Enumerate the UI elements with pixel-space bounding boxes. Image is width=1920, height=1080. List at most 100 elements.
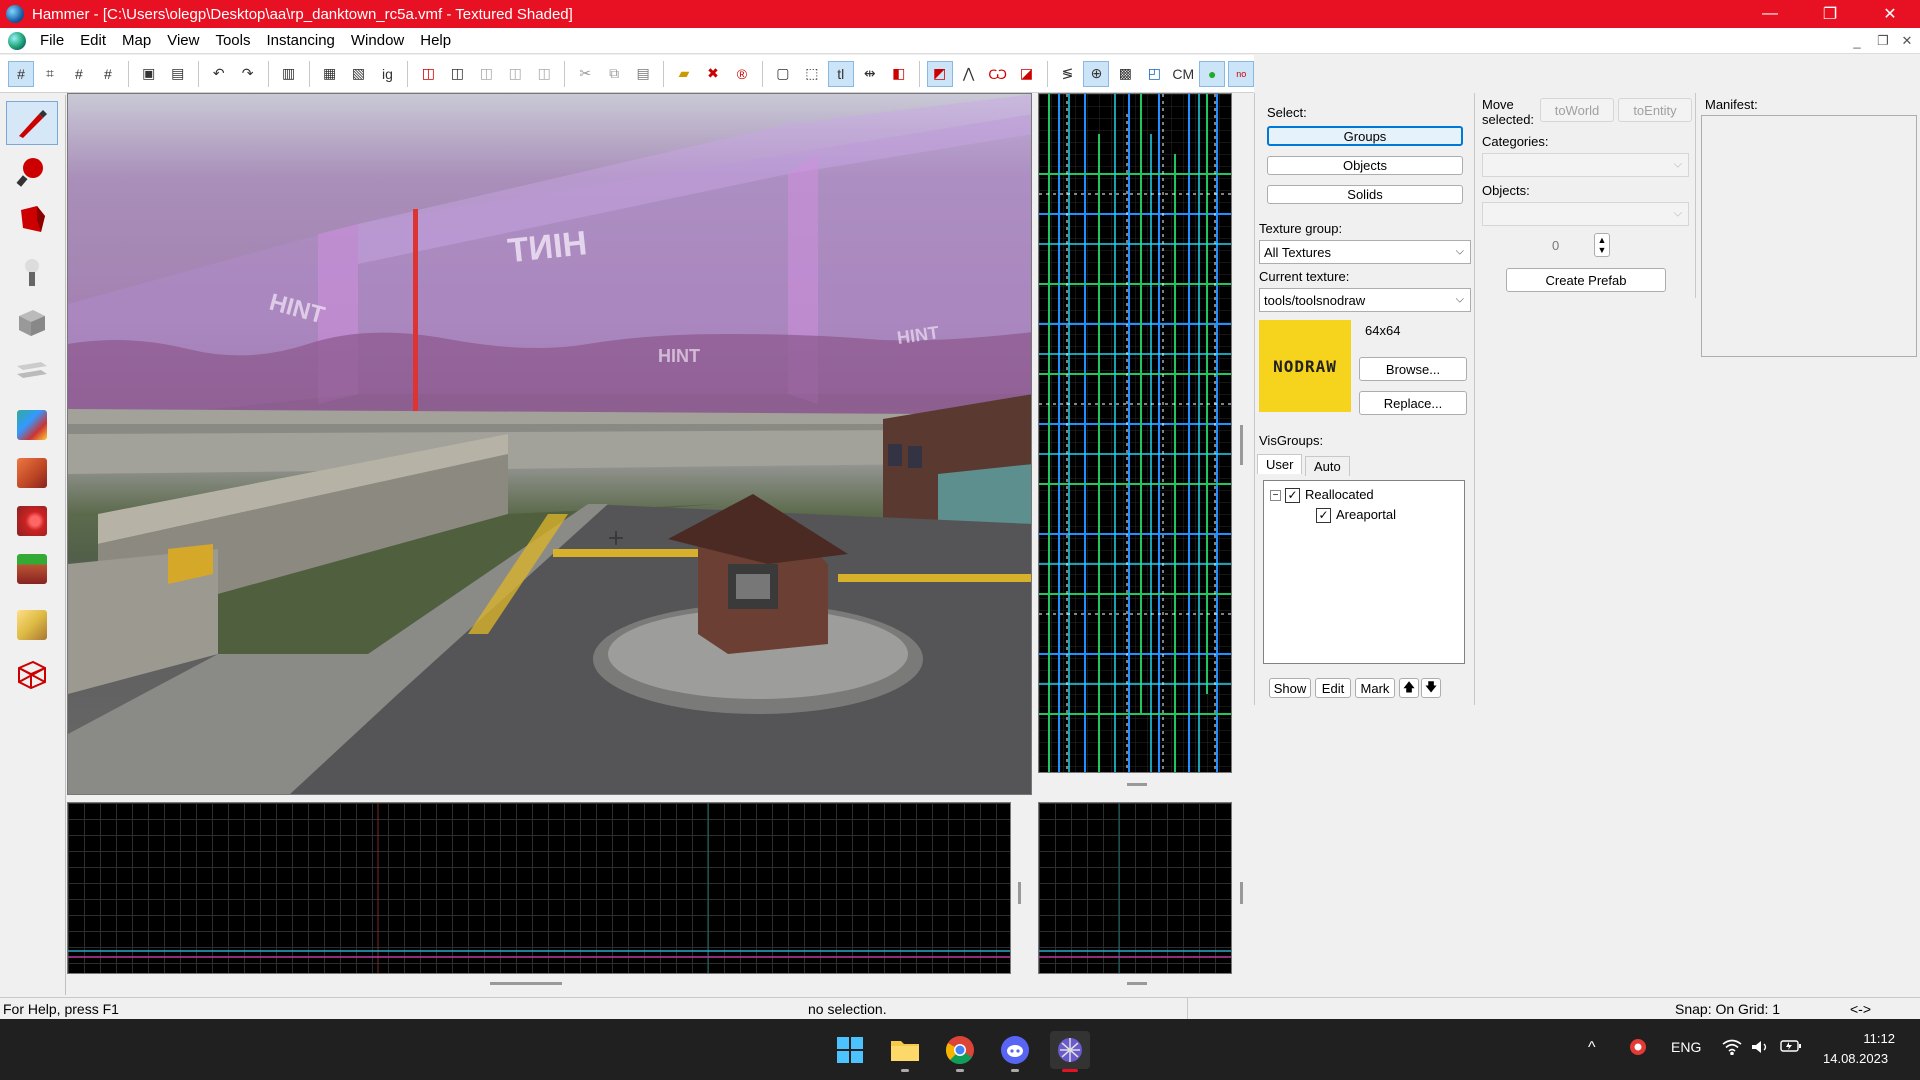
model-fade-icon[interactable]: ◪: [1014, 61, 1040, 87]
texture-app-tool-icon[interactable]: [6, 403, 58, 447]
select-objects-button[interactable]: Objects: [1267, 156, 1463, 175]
hide-selected-icon[interactable]: ◫: [415, 61, 441, 87]
splitter-handle[interactable]: [1018, 882, 1021, 904]
menu-tools[interactable]: Tools: [207, 32, 258, 49]
chrome-icon[interactable]: [940, 1031, 980, 1072]
tree-node-areaportal[interactable]: ✓ Areaportal: [1316, 507, 1396, 524]
to-entity-button[interactable]: toEntity: [1618, 98, 1692, 122]
redo-icon[interactable]: ↷: [235, 61, 261, 87]
menu-instancing[interactable]: Instancing: [259, 32, 343, 49]
magnify-tool-icon[interactable]: [6, 149, 58, 193]
viewport-2d-top[interactable]: [1038, 93, 1232, 773]
visgroup-mark-button[interactable]: Mark: [1355, 678, 1395, 698]
browse-button[interactable]: Browse...: [1359, 357, 1467, 381]
texture-group-select[interactable]: All Textures ⌵: [1259, 240, 1471, 264]
clock-time[interactable]: 11:12: [1845, 1031, 1895, 1046]
hollow-icon[interactable]: ▦: [317, 61, 343, 87]
tab-user[interactable]: User: [1257, 454, 1303, 474]
select-by-handles-icon[interactable]: ⬚: [799, 61, 825, 87]
splitter-handle[interactable]: [1240, 882, 1243, 904]
visgroup-remove-icon[interactable]: ◫: [531, 61, 557, 87]
to-world-button[interactable]: toWorld: [1540, 98, 1614, 122]
mirror-icon[interactable]: ◧: [886, 61, 912, 87]
entity-report-icon[interactable]: ®: [729, 61, 755, 87]
mdi-restore-button[interactable]: ❐: [1872, 32, 1894, 50]
checkbox-icon[interactable]: ✓: [1316, 508, 1331, 524]
radar-icon[interactable]: ▩: [1112, 61, 1138, 87]
ti-icon[interactable]: tl: [827, 60, 854, 87]
visgroup-icon[interactable]: ◫: [502, 61, 528, 87]
cut-icon[interactable]: ✂: [572, 61, 598, 87]
texture-preview[interactable]: NODRAW: [1259, 320, 1351, 412]
undo-icon[interactable]: ↶: [206, 61, 232, 87]
document-icon[interactable]: [8, 31, 26, 50]
menu-window[interactable]: Window: [343, 32, 412, 49]
tab-auto[interactable]: Auto: [1305, 456, 1350, 476]
grid-3d-icon[interactable]: ⌗: [37, 61, 63, 87]
menu-file[interactable]: File: [32, 32, 72, 49]
arrow-down-icon[interactable]: 🡇: [1421, 678, 1441, 698]
menu-edit[interactable]: Edit: [72, 32, 114, 49]
flip-icon[interactable]: ⇹: [857, 61, 883, 87]
texture-scale-lock-icon[interactable]: ✖: [700, 61, 726, 87]
settings-tray-icon[interactable]: [1628, 1037, 1648, 1060]
overlay-apply-tool-icon[interactable]: [6, 547, 58, 591]
splitter-handle[interactable]: [490, 982, 562, 985]
menu-map[interactable]: Map: [114, 32, 159, 49]
splitter-handle[interactable]: [1127, 982, 1147, 985]
grid-smaller-icon[interactable]: #: [66, 61, 92, 87]
draw-helpers-icon[interactable]: ⋀: [956, 61, 982, 87]
entity-connections-icon[interactable]: Ѡ: [985, 61, 1011, 87]
categories-select[interactable]: ⌵: [1482, 153, 1689, 177]
clip-icon[interactable]: ▧: [346, 61, 372, 87]
viewport-2d-side[interactable]: [1038, 802, 1232, 974]
selection-box-icon[interactable]: ▢: [770, 61, 796, 87]
collapse-icon[interactable]: −: [1270, 490, 1281, 502]
splitter-handle[interactable]: [1240, 425, 1243, 465]
wifi-icon[interactable]: [1722, 1039, 1742, 1058]
compile-icon[interactable]: ≶: [1055, 61, 1081, 87]
ungroup-icon[interactable]: ▤: [165, 61, 191, 87]
instance-icon[interactable]: ◰: [1141, 61, 1167, 87]
select-groups-button[interactable]: Groups: [1267, 126, 1463, 146]
ignore-group-icon[interactable]: ig: [374, 61, 400, 87]
decal-tool-icon[interactable]: [6, 499, 58, 543]
grid-larger-icon[interactable]: #: [95, 61, 121, 87]
carve-icon[interactable]: ▥: [276, 61, 302, 87]
selection-tool-icon[interactable]: [6, 101, 58, 145]
viewport-2d-front[interactable]: [67, 802, 1011, 974]
current-texture-select[interactable]: tools/toolsnodraw ⌵: [1259, 288, 1471, 312]
arrow-up-icon[interactable]: 🡅: [1399, 678, 1419, 698]
copy-icon[interactable]: ⧉: [601, 61, 627, 87]
file-explorer-icon[interactable]: [885, 1031, 925, 1072]
restore-button[interactable]: ❐: [1800, 0, 1860, 28]
show-all-icon[interactable]: ◫: [473, 61, 499, 87]
chevron-up-icon[interactable]: ^: [1588, 1039, 1596, 1057]
vertex-tool-icon[interactable]: [6, 651, 58, 695]
minimize-button[interactable]: —: [1740, 0, 1800, 28]
visgroup-show-button[interactable]: Show: [1269, 678, 1311, 698]
apply-texture-tool-icon[interactable]: [6, 451, 58, 495]
hide-unselected-icon[interactable]: ◫: [444, 61, 470, 87]
checkbox-icon[interactable]: ✓: [1285, 488, 1300, 504]
language-indicator[interactable]: ENG: [1671, 1039, 1701, 1055]
viewport-3d-textured[interactable]: HINT HINT HINT HINT: [67, 93, 1032, 795]
entity-tool-icon[interactable]: [6, 251, 58, 295]
globe-icon[interactable]: ⊕: [1083, 60, 1110, 87]
create-prefab-button[interactable]: Create Prefab: [1506, 268, 1666, 292]
visgroup-edit-button[interactable]: Edit: [1315, 678, 1351, 698]
splitter-handle[interactable]: [1127, 783, 1147, 786]
block-tool-icon[interactable]: [6, 299, 58, 343]
hammer-taskbar-icon[interactable]: [1050, 1031, 1090, 1072]
group-icon[interactable]: ▣: [136, 61, 162, 87]
leaf-icon[interactable]: ●: [1199, 60, 1226, 87]
menu-help[interactable]: Help: [412, 32, 459, 49]
mdi-minimize-button[interactable]: _: [1846, 32, 1868, 50]
tree-node-reallocated[interactable]: − ✓ Reallocated: [1270, 487, 1374, 504]
close-button[interactable]: ✕: [1860, 0, 1920, 28]
discord-icon[interactable]: [995, 1031, 1035, 1072]
replace-button[interactable]: Replace...: [1359, 391, 1467, 415]
grid-toggle-icon[interactable]: #: [8, 60, 34, 87]
objects-select[interactable]: ⌵: [1482, 202, 1689, 226]
mdi-close-button[interactable]: ✕: [1896, 32, 1918, 50]
